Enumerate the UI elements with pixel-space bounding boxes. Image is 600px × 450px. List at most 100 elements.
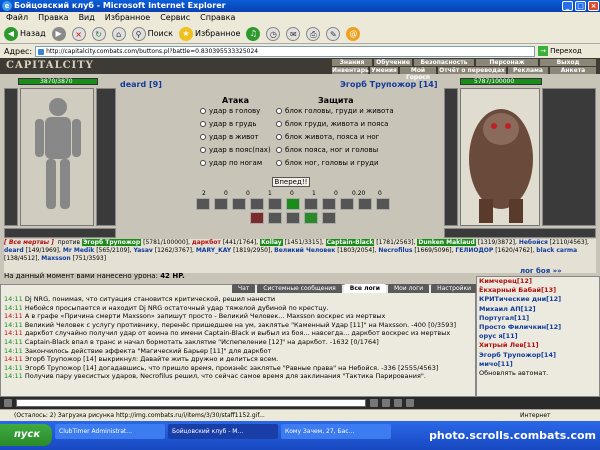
menu-favorites[interactable]: Избранное <box>105 12 150 24</box>
mail-icon[interactable]: ✉ <box>286 26 301 41</box>
team-member[interactable]: даркбот <box>192 239 221 246</box>
media-icon[interactable]: ♫ <box>246 26 261 41</box>
defense-option-3[interactable]: блок живота, пояса и ног <box>276 133 379 141</box>
skill-slot-icon[interactable] <box>214 198 228 210</box>
spell-slot-icon[interactable] <box>286 212 300 224</box>
history-icon[interactable]: ◷ <box>266 26 281 41</box>
task-item[interactable]: ClubTimer Administrat... <box>55 424 165 439</box>
right-fighter-name[interactable]: Эгорб Трупожор [14] <box>340 80 437 89</box>
minimize-button[interactable]: _ <box>562 1 573 11</box>
menu-help[interactable]: Справка <box>200 12 235 24</box>
player-item[interactable]: орус я[11] <box>479 332 599 341</box>
attack-groin-radio[interactable]: удар в пояс(пах) <box>200 146 271 154</box>
defense-option-4[interactable]: блок пояса, ног и головы <box>276 146 378 154</box>
attack-head-radio[interactable]: удар в голову <box>200 107 260 115</box>
menu-view[interactable]: Вид <box>79 12 95 24</box>
task-item[interactable]: Кому Зачем, 27, Бас... <box>281 424 391 439</box>
nav-training[interactable]: Обучение <box>374 59 412 66</box>
print-icon[interactable]: ⎙ <box>306 26 321 41</box>
go-button[interactable]: → Переход <box>538 46 582 56</box>
defense-option-2[interactable]: блок груди, живота и пояса <box>276 120 388 128</box>
player-item[interactable]: КРИТические дни[12] <box>479 295 599 304</box>
team-member[interactable]: Maxsson <box>41 255 70 262</box>
spell-slot-icon[interactable] <box>250 212 264 224</box>
maximize-button[interactable]: □ <box>575 1 586 11</box>
attack-chest-radio[interactable]: удар в грудь <box>200 120 257 128</box>
clear-icon[interactable] <box>382 399 390 407</box>
left-fighter-name[interactable]: deard [9] <box>120 80 162 89</box>
translit-icon[interactable] <box>394 399 402 407</box>
defense-option-1[interactable]: блок головы, груди и живота <box>276 107 394 115</box>
stop-icon[interactable]: × <box>71 26 86 41</box>
skill-slot-icon[interactable] <box>358 198 372 210</box>
task-item[interactable]: Бойцовский клуб - M... <box>168 424 278 439</box>
attack-submit-button[interactable]: Вперед!! <box>272 177 310 187</box>
attack-belly-radio[interactable]: удар в живот <box>200 133 259 141</box>
skill-slot-icon[interactable] <box>268 198 282 210</box>
skill-slot-icon[interactable] <box>196 198 210 210</box>
messenger-icon[interactable]: @ <box>346 26 361 41</box>
skill-slot-icon[interactable] <box>340 198 354 210</box>
auto-refresh-label[interactable]: Обновлять автомат. <box>479 369 599 378</box>
chat-input[interactable] <box>16 399 366 407</box>
team-member[interactable]: Necrofilus <box>378 247 412 254</box>
address-input[interactable]: http://capitalcity.combats.com/buttons.p… <box>35 45 536 57</box>
team-member[interactable]: Dunken Maklaud <box>417 239 476 246</box>
nav-transfer-report[interactable]: Отчёт о переводах <box>438 67 506 74</box>
skill-slot-icon[interactable] <box>232 198 246 210</box>
tab-settings[interactable]: Настройки <box>431 284 478 293</box>
back-button[interactable]: ◀ Назад <box>4 26 46 42</box>
player-item[interactable]: Михаил АП[12] <box>479 305 599 314</box>
spell-slot-icon[interactable] <box>304 212 318 224</box>
home-icon[interactable]: ⌂ <box>111 26 126 41</box>
spell-slot-icon[interactable] <box>268 212 282 224</box>
skill-slot-icon[interactable] <box>250 198 264 210</box>
skill-slot-icon[interactable] <box>322 198 336 210</box>
team-member[interactable]: Yasav <box>133 247 152 254</box>
player-item[interactable]: Хитрый Лев[11] <box>479 341 599 350</box>
battle-log-link[interactable]: лог боя »» <box>520 267 562 275</box>
menu-edit[interactable]: Правка <box>38 12 68 24</box>
close-button[interactable]: × <box>588 1 599 11</box>
player-item[interactable]: мичо[11] <box>479 360 599 369</box>
nav-advert[interactable]: Реклама <box>508 67 548 74</box>
nav-character[interactable]: Персонаж <box>476 59 538 66</box>
tab-my-logs[interactable]: Мои логи <box>387 284 430 293</box>
team-member[interactable]: Mr Medik <box>63 247 94 254</box>
start-button[interactable]: пуск <box>0 424 52 446</box>
menu-file[interactable]: Файл <box>6 12 28 24</box>
team-member[interactable]: Эгорб Трупожор <box>82 239 142 246</box>
player-item[interactable]: Просто Филичкин[12] <box>479 323 599 332</box>
spell-slot-icon[interactable] <box>322 212 336 224</box>
refresh-icon[interactable]: ↻ <box>91 26 106 41</box>
defense-option-5[interactable]: блок ног, головы и груди <box>276 159 379 167</box>
menu-tools[interactable]: Сервис <box>160 12 190 24</box>
nav-exit[interactable]: Выход <box>540 59 596 66</box>
player-item[interactable]: Эгорб Трупожор[14] <box>479 351 599 360</box>
smile-icon[interactable] <box>4 399 12 407</box>
team-member[interactable]: black carma <box>536 247 577 254</box>
team-member[interactable]: Captain-Black <box>325 239 375 246</box>
tab-all-logs[interactable]: Все логи <box>343 284 386 293</box>
player-item[interactable]: Португал[11] <box>479 314 599 323</box>
edit-icon[interactable]: ✎ <box>326 26 341 41</box>
team-member[interactable]: ГЕЛИОДОР <box>455 247 493 254</box>
send-icon[interactable] <box>370 399 378 407</box>
skill-slot-icon[interactable] <box>286 198 300 210</box>
team-member[interactable]: Великий Человек <box>274 247 335 254</box>
team-member[interactable]: Небойся <box>519 239 548 246</box>
team-member[interactable]: Kollay <box>260 239 283 246</box>
nav-inventory[interactable]: Инвентарь <box>332 67 369 74</box>
sound-icon[interactable] <box>406 399 414 407</box>
nav-skills[interactable]: Умения <box>370 67 398 74</box>
tab-chat[interactable]: Чат <box>232 284 256 293</box>
favorites-button[interactable]: ★ Избранное <box>178 26 240 42</box>
team-member[interactable]: deard <box>4 247 24 254</box>
player-item[interactable]: Ёкхарный Бабай[13] <box>479 286 599 295</box>
tab-system[interactable]: Системные сообщения <box>257 284 342 293</box>
skill-slot-icon[interactable] <box>376 198 390 210</box>
search-button[interactable]: ⚲ Поиск <box>131 26 173 42</box>
attack-legs-radio[interactable]: удар по ногам <box>200 159 262 167</box>
nav-security[interactable]: Безопасность <box>414 59 474 66</box>
nav-horoscope[interactable]: Мой Горосп <box>400 67 436 81</box>
